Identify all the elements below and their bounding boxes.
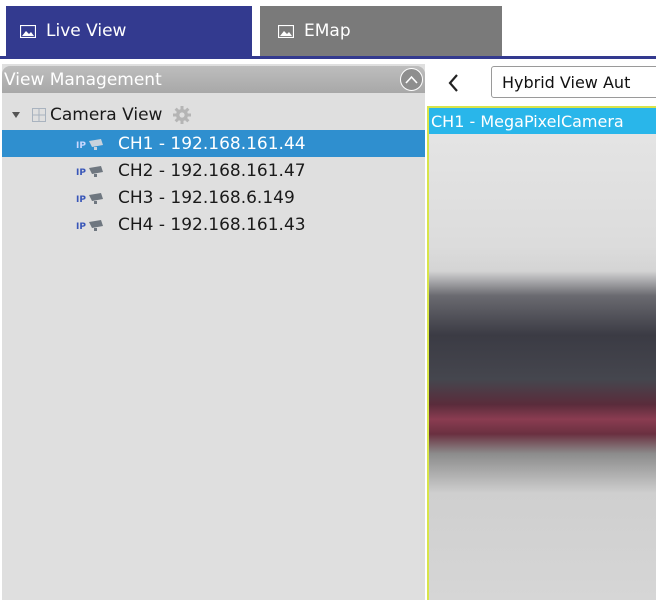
chevron-up-icon[interactable] — [400, 68, 423, 91]
tree-camera-view[interactable]: Camera View — [2, 102, 425, 128]
view-management-header[interactable]: View Management — [2, 66, 425, 93]
back-button[interactable] — [439, 68, 467, 98]
tree-item-label: CH4 - 192.168.161.43 — [118, 214, 306, 235]
live-view-area: Hybrid View Aut CH1 - MegaPixelCamera — [425, 60, 656, 600]
tab-underline — [0, 56, 656, 59]
ip-camera-icon: IP — [76, 192, 103, 205]
tree-item-label: CH3 - 192.168.6.149 — [118, 187, 295, 208]
view-management-title: View Management — [4, 69, 162, 90]
image-icon — [278, 24, 294, 38]
tree-item-label: CH2 - 192.168.161.47 — [118, 160, 306, 181]
image-icon — [20, 24, 36, 38]
svg-text:IP: IP — [76, 141, 86, 151]
tab-emap-label: EMap — [304, 21, 351, 41]
tab-emap[interactable]: EMap — [260, 6, 502, 56]
camera-video-feed — [429, 108, 656, 600]
view-toolbar: Hybrid View Aut — [425, 60, 656, 106]
tab-live-view-label: Live View — [46, 21, 127, 41]
svg-text:IP: IP — [76, 168, 86, 178]
ip-camera-icon: IP — [76, 138, 103, 151]
gear-icon[interactable] — [172, 105, 192, 125]
tree-item-ch2[interactable]: IP CH2 - 192.168.161.47 — [2, 157, 425, 184]
video-pane[interactable]: CH1 - MegaPixelCamera — [427, 106, 656, 600]
view-management-panel: View Management Camera View IP CH1 - 192… — [2, 64, 425, 600]
svg-text:IP: IP — [76, 222, 86, 232]
tree-item-ch4[interactable]: IP CH4 - 192.168.161.43 — [2, 211, 425, 238]
tab-live-view[interactable]: Live View — [6, 6, 252, 56]
tree-item-ch3[interactable]: IP CH3 - 192.168.6.149 — [2, 184, 425, 211]
tree-item-label: CH1 - 192.168.161.44 — [118, 133, 306, 154]
tree-item-ch1[interactable]: IP CH1 - 192.168.161.44 — [2, 130, 425, 157]
camera-label: CH1 - MegaPixelCamera — [429, 108, 656, 134]
view-layout-select[interactable]: Hybrid View Aut — [491, 66, 656, 98]
expand-caret-icon[interactable] — [12, 112, 20, 118]
grid-icon — [32, 108, 46, 122]
ip-camera-icon: IP — [76, 219, 103, 232]
chevron-left-icon — [448, 74, 458, 92]
svg-text:IP: IP — [76, 195, 86, 205]
tree-camera-view-label: Camera View — [50, 105, 163, 125]
ip-camera-icon: IP — [76, 165, 103, 178]
tab-bar: Live View EMap — [0, 0, 656, 59]
